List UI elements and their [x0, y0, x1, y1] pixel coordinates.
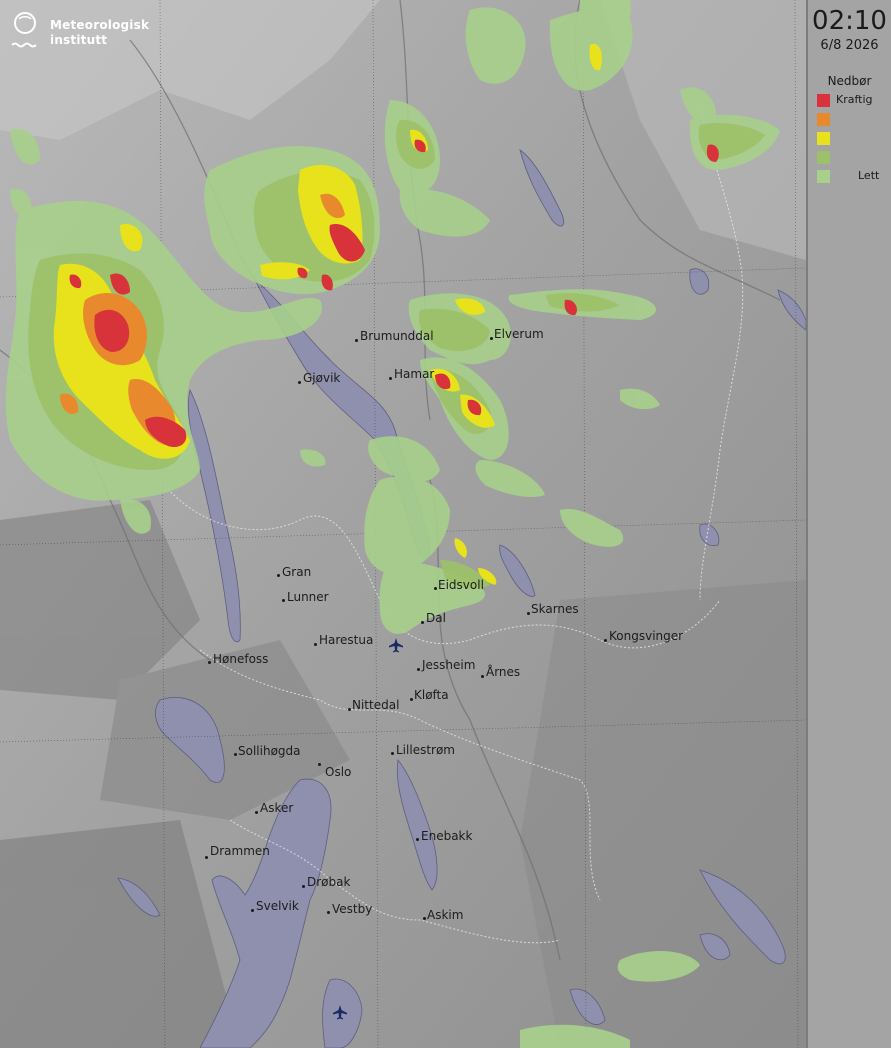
place-label: Oslo: [325, 765, 352, 779]
place-label: Vestby: [332, 902, 373, 916]
place-dot: [348, 708, 351, 711]
logo-line2: institutt: [50, 33, 108, 47]
met-logo-icon: [11, 12, 37, 48]
place-label: Eidsvoll: [438, 578, 484, 592]
place-label: Kongsvinger: [609, 629, 684, 643]
place-dot: [234, 753, 237, 756]
place-dot: [416, 838, 419, 841]
place-dot: [298, 381, 301, 384]
logo-line1: Meteorologisk: [50, 18, 150, 32]
info-panel: 02:10 6/8 2026 Nedbør Kraftig Lett: [806, 0, 891, 1048]
radar-date: 6/8 2026: [820, 38, 879, 53]
radar-viewer: Meteorologisk institutt Brumunddal Elver…: [0, 0, 891, 1048]
place-dot: [527, 612, 530, 615]
legend-title: Nedbør: [827, 74, 872, 88]
place-label: Drøbak: [307, 875, 351, 889]
place-label: Sollihøgda: [238, 744, 301, 758]
place-dot: [434, 587, 437, 590]
place-label: Brumunddal: [360, 329, 434, 343]
place-label: Elverum: [494, 327, 544, 341]
place-label: Harestua: [319, 633, 374, 647]
place-dot: [355, 339, 358, 342]
met-logo[interactable]: Meteorologisk institutt: [10, 10, 149, 56]
place-label: Gjøvik: [303, 371, 341, 385]
place-dot: [277, 574, 280, 577]
place-dot: [255, 811, 258, 814]
place-label: Hønefoss: [213, 652, 269, 666]
place-dot: [302, 885, 305, 888]
place-label: Drammen: [210, 844, 270, 858]
place-dot: [481, 675, 484, 678]
place-label: Svelvik: [256, 899, 299, 913]
place-label: Hamar: [394, 367, 435, 381]
place-label: Lunner: [287, 590, 329, 604]
legend-label: Lett: [858, 169, 880, 182]
legend-swatch: [817, 132, 830, 145]
place-dot: [205, 856, 208, 859]
place-dot: [314, 643, 317, 646]
place-dot: [421, 621, 424, 624]
met-logo-text: Meteorologisk institutt: [50, 18, 149, 48]
place-label: Nittedal: [352, 698, 400, 712]
place-label: Gran: [282, 565, 312, 579]
place-label: Årnes: [486, 665, 521, 679]
place-dot: [318, 763, 321, 766]
place-label: Askim: [427, 908, 464, 922]
place-label: Dal: [426, 611, 446, 625]
place-dot: [391, 752, 394, 755]
radar-time: 02:10: [812, 6, 887, 36]
legend-label: Kraftig: [836, 93, 873, 106]
place-dot: [490, 337, 493, 340]
place-label: Kløfta: [414, 688, 449, 702]
place-dot: [389, 377, 392, 380]
place-label: Enebakk: [421, 829, 473, 843]
place-label: Skarnes: [531, 602, 579, 616]
place-dot: [423, 917, 426, 920]
legend-swatch: [817, 151, 830, 164]
legend-swatch: [817, 170, 830, 183]
place-dot: [282, 599, 285, 602]
place-label: Asker: [260, 801, 294, 815]
place-label: Lillestrøm: [396, 743, 455, 757]
place-dot: [251, 909, 254, 912]
place-dot: [417, 668, 420, 671]
legend-swatch: [817, 94, 830, 107]
place-dot: [327, 911, 330, 914]
place-label: Jessheim: [422, 658, 476, 672]
place-dot: [410, 698, 413, 701]
place-dot: [604, 639, 607, 642]
place-dot: [208, 661, 211, 664]
legend-swatch: [817, 113, 830, 126]
radar-map[interactable]: [0, 0, 806, 1048]
